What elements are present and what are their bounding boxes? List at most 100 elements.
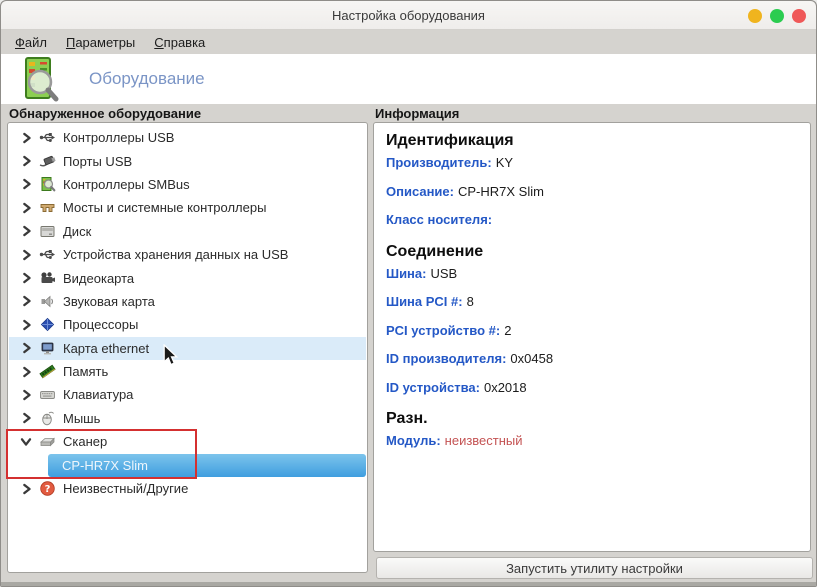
tree-row[interactable]: Мосты и системные контроллеры [9,196,366,219]
tree-row[interactable]: Порты USB [9,149,366,172]
tree-item-label: CP-HR7X Slim [62,457,148,473]
chevron-right-icon[interactable] [20,366,32,378]
info-field-label: Производитель: [386,155,492,170]
chevron-right-icon[interactable] [20,155,32,167]
usb-icon [38,246,56,263]
window-bottom-edge [1,582,816,586]
info-field-label: Модуль: [386,433,441,448]
tree-item-label: Неизвестный/Другие [63,481,189,497]
info-section-title: Идентификация [386,132,514,149]
hardware-tree: Контроллеры USB Порты USB Контроллеры SMBu… [7,122,368,573]
chevron-right-icon[interactable] [20,389,32,401]
info-field-label: ID устройства: [386,379,480,395]
minimize-button[interactable] [748,8,762,23]
usb-port-icon [38,153,56,170]
cpu-icon [38,316,56,333]
info-field-label: Класс носителя: [386,212,493,227]
tree-row[interactable]: Видеокарта [9,266,366,289]
menu-item-2[interactable]: Справка [147,33,212,52]
svg-text:?: ? [44,484,50,495]
tree-item-label: Мышь [63,410,101,426]
tree-row-device[interactable]: CP-HR7X Slim [9,453,366,477]
tree-row[interactable]: ? Неизвестный/Другие [9,477,366,500]
info-field-label: Шина: [386,265,427,281]
chevron-right-icon[interactable] [20,178,32,190]
tree-item-label: Мосты и системные контроллеры [63,200,267,216]
chevron-right-icon[interactable] [20,412,32,424]
information-header: Информация [375,106,460,121]
chevron-down-icon[interactable] [20,436,32,447]
chevron-right-icon[interactable] [20,132,32,144]
chevron-right-icon[interactable] [20,249,32,261]
video-card-icon [38,270,56,287]
info-field-value: 2 [504,322,512,338]
scanner-icon [38,433,56,450]
hardware-settings-window: Настройка оборудования Файл Параметры Спра… [0,0,817,587]
menu-item-0[interactable]: Файл [8,33,54,52]
tree-row[interactable]: Мышь [9,407,366,430]
info-panel: Идентификация Производитель: KY Описание: CP… [373,122,811,552]
menu-item-1[interactable]: Параметры [59,33,142,52]
chevron-right-icon[interactable] [20,483,32,495]
info-field-label: PCI устройство #: [386,322,501,338]
info-field-label: ID производителя: [386,351,507,366]
tree-row[interactable]: Звуковая карта [9,290,366,313]
toolbar-title: Оборудование [89,69,205,88]
chevron-right-icon[interactable] [20,202,32,214]
chevron-right-icon[interactable] [20,319,32,331]
chevron-right-icon[interactable] [20,272,32,284]
tree-row[interactable]: Карта ethernet [9,336,366,360]
chevron-right-icon[interactable] [20,225,32,237]
info-field-value: 0x0458 [510,351,554,366]
unknown-icon: ? [38,480,56,497]
info-field: Производитель: KY [386,155,798,184]
tree-row[interactable]: Память [9,360,366,383]
tree-row[interactable]: Клавиатура [9,383,366,406]
keyboard-icon [38,386,56,403]
bridge-icon [38,199,56,216]
selected-device-highlight[interactable]: CP-HR7X Slim [48,453,366,477]
tree-row[interactable]: Устройства хранения данных на USB [9,243,366,266]
info-field-value: KY [495,155,514,170]
maximize-button[interactable] [770,8,784,23]
sound-card-icon [38,293,56,310]
info-field-value: неизвестный [444,433,523,448]
info-field-label: Описание: [386,183,454,199]
tree-item-label: Контроллеры SMBus [63,176,190,192]
tree-item-label: Клавиатура [63,387,134,403]
tree-item-label: Сканер [63,434,108,450]
tree-item-label: Звуковая карта [63,293,155,309]
info-field: ID производителя: 0x0458 [386,351,798,380]
tree-row[interactable]: Контроллеры USB [9,126,366,149]
info-field-value: 0x2018 [483,379,527,395]
titlebar[interactable]: Настройка оборудования [1,1,816,30]
tree-item-label: Порты USB [63,153,133,169]
chevron-right-icon[interactable] [20,342,32,354]
run-config-utility-button[interactable]: Запустить утилиту настройки [376,557,813,579]
info-section-title: Разн. [386,410,428,427]
ethernet-icon [38,340,56,357]
toolbar: Оборудование [1,54,816,104]
tree-row[interactable]: Процессоры [9,313,366,336]
window-title: Настройка оборудования [332,7,485,23]
tree-item-label: Контроллеры USB [63,130,175,146]
tree-item-label: Диск [63,223,92,239]
info-field: Класс носителя: [386,212,798,241]
circuit-board-icon [38,176,56,193]
chevron-right-icon[interactable] [20,295,32,307]
info-section-title: Соединение [386,242,484,260]
tree-item-label: Устройства хранения данных на USB [63,247,289,263]
mouse-icon [38,410,56,427]
tree-item-label: Видеокарта [63,270,135,286]
tree-item-label: Карта ethernet [63,340,150,356]
tree-row[interactable]: Диск [9,220,366,243]
tree-row[interactable]: Сканер [9,430,366,453]
info-field: Шина: USB [386,266,798,295]
detected-hardware-header: Обнаруженное оборудование [9,106,202,121]
info-field: PCI устройство #: 2 [386,323,798,352]
info-field: Модуль: неизвестный [386,433,798,462]
tree-row[interactable]: Контроллеры SMBus [9,173,366,196]
usb-icon [38,129,56,146]
tree-item-label: Процессоры [63,317,139,333]
close-button[interactable] [792,8,806,23]
